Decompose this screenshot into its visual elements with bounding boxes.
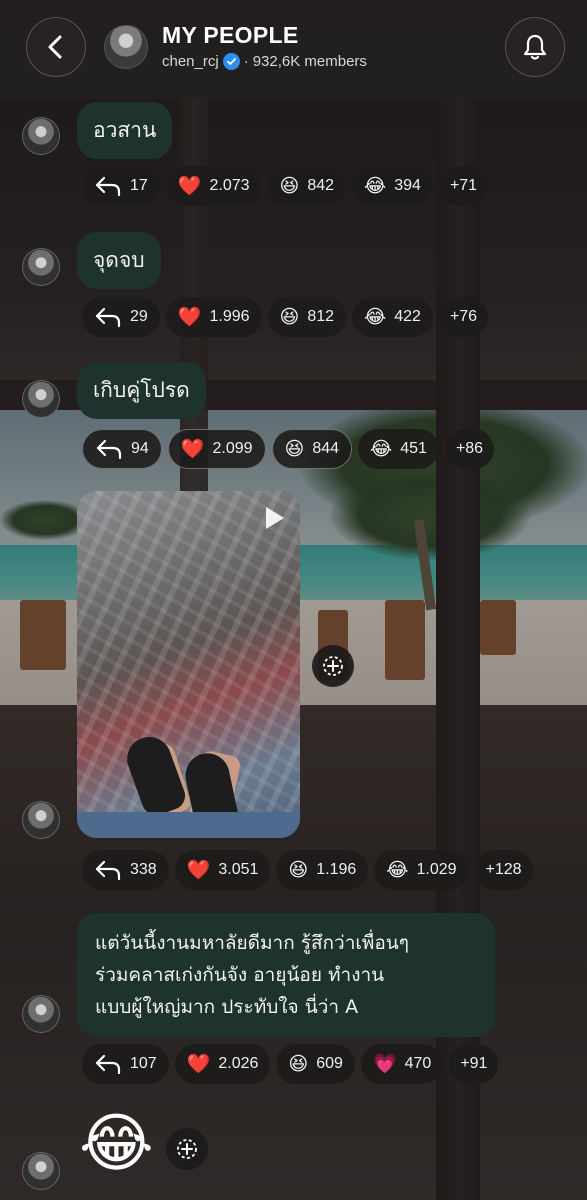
reaction-bar: 338 ❤️ 3.051 😆 1.196 😂 1.029 +128 xyxy=(82,850,533,890)
channel-avatar[interactable] xyxy=(104,25,148,69)
reaction-heart[interactable]: ❤️ 2.099 xyxy=(167,429,266,469)
heart-emoji: ❤️ xyxy=(186,859,211,881)
add-reaction-icon xyxy=(323,656,343,676)
reply-chip[interactable]: 29 xyxy=(82,297,160,337)
notifications-button[interactable] xyxy=(505,17,565,77)
reply-chip[interactable]: 94 xyxy=(82,429,162,469)
member-count: 932,6K members xyxy=(252,53,367,70)
back-arrow-icon xyxy=(48,35,62,59)
reaction-heart[interactable]: ❤️ 3.051 xyxy=(174,850,271,890)
bell-icon xyxy=(523,34,547,60)
message-line: ร่วมคลาสเก่งกันจัง อายุน้อย ทำงาน xyxy=(95,964,385,986)
sender-avatar[interactable] xyxy=(22,1152,60,1190)
sparkle-heart-emoji: 💗 xyxy=(372,1053,397,1075)
reply-chip[interactable]: 107 xyxy=(82,1044,169,1084)
reply-icon xyxy=(95,1054,121,1075)
reply-icon xyxy=(95,307,121,328)
more-reactions[interactable]: +128 xyxy=(474,850,533,890)
heart-emoji: ❤️ xyxy=(177,175,202,197)
reaction-sparkle-heart[interactable]: 💗 470 xyxy=(360,1044,444,1084)
grin-emoji: 😆 xyxy=(288,859,309,881)
message-line: แบบผู้ใหญ่มาก ประทับใจ นี่ว่า A xyxy=(95,996,359,1018)
reaction-grin[interactable]: 😆 609 xyxy=(276,1044,355,1084)
sender-avatar[interactable] xyxy=(22,248,60,286)
reply-icon xyxy=(95,860,121,881)
more-reactions[interactable]: +91 xyxy=(449,1044,499,1084)
heart-emoji: ❤️ xyxy=(177,306,202,328)
grin-emoji: 😆 xyxy=(279,175,300,197)
message-bubble[interactable]: อวสาน xyxy=(77,102,173,159)
more-reactions[interactable]: +86 xyxy=(444,429,495,469)
reaction-bar: 107 ❤️ 2.026 😆 609 💗 470 +91 xyxy=(82,1044,499,1084)
reply-icon xyxy=(96,439,122,460)
reply-chip[interactable]: 17 xyxy=(82,166,160,206)
reaction-joy[interactable]: 😂 1.029 xyxy=(374,850,469,890)
reaction-bar: 29 ❤️ 1.996 😆 812 😂 422 +76 xyxy=(82,297,489,337)
reaction-joy[interactable]: 😂 422 xyxy=(352,297,433,337)
joy-emoji: 😂 xyxy=(364,306,387,328)
grin-emoji: 😆 xyxy=(288,1053,309,1075)
back-button[interactable] xyxy=(26,17,86,77)
sender-avatar[interactable] xyxy=(22,117,60,155)
message-bubble[interactable]: แต่วันนี้งานมหาลัยดีมาก รู้สึกว่าเพื่อนๆ… xyxy=(77,913,495,1037)
more-reactions[interactable]: +71 xyxy=(438,166,489,206)
sender-avatar[interactable] xyxy=(22,995,60,1033)
grin-emoji: 😆 xyxy=(284,438,305,460)
channel-handle: chen_rcj xyxy=(162,53,219,70)
verified-badge-icon xyxy=(222,53,240,70)
joy-emoji: 😂 xyxy=(386,859,409,881)
channel-subtitle: chen_rcj · 932,6K members xyxy=(162,53,367,70)
joy-emoji: 😂 xyxy=(370,438,393,460)
message-bubble[interactable]: เกิบคู่โปรด xyxy=(77,362,206,419)
add-reaction-icon xyxy=(177,1139,197,1159)
more-reactions[interactable]: +76 xyxy=(438,297,489,337)
sender-avatar[interactable] xyxy=(22,380,60,418)
reaction-heart[interactable]: ❤️ 2.073 xyxy=(165,166,262,206)
reaction-joy[interactable]: 😂 394 xyxy=(352,166,433,206)
add-reaction-button[interactable] xyxy=(166,1128,208,1170)
reaction-bar: 17 ❤️ 2.073 😆 842 😂 394 +71 xyxy=(82,166,489,206)
grin-emoji: 😆 xyxy=(279,306,300,328)
joy-emoji: 😂 xyxy=(364,175,387,197)
heart-emoji: ❤️ xyxy=(180,438,205,460)
emoji-message[interactable]: 😂 xyxy=(79,1112,154,1176)
message-line: แต่วันนี้งานมหาลัยดีมาก รู้สึกว่าเพื่อนๆ xyxy=(95,932,410,954)
reply-chip[interactable]: 338 xyxy=(82,850,169,890)
channel-header: MY PEOPLE chen_rcj · 932,6K members xyxy=(0,0,587,98)
reaction-heart[interactable]: ❤️ 2.026 xyxy=(174,1044,271,1084)
channel-title[interactable]: MY PEOPLE xyxy=(162,22,298,49)
reaction-bar: 94 ❤️ 2.099 😆 844 😂 451 +86 xyxy=(82,429,495,469)
play-icon[interactable] xyxy=(256,501,290,535)
reaction-grin[interactable]: 😆 812 xyxy=(267,297,347,337)
reaction-grin[interactable]: 😆 842 xyxy=(267,166,347,206)
reaction-grin[interactable]: 😆 1.196 xyxy=(276,850,369,890)
reaction-joy[interactable]: 😂 451 xyxy=(358,429,439,469)
sender-avatar[interactable] xyxy=(22,801,60,839)
reaction-grin[interactable]: 😆 844 xyxy=(271,429,353,469)
reply-icon xyxy=(95,176,121,197)
video-message[interactable] xyxy=(77,491,300,838)
reaction-heart[interactable]: ❤️ 1.996 xyxy=(165,297,262,337)
heart-emoji: ❤️ xyxy=(186,1053,211,1075)
message-bubble[interactable]: จุดจบ xyxy=(77,232,161,289)
add-reaction-button[interactable] xyxy=(312,645,354,687)
